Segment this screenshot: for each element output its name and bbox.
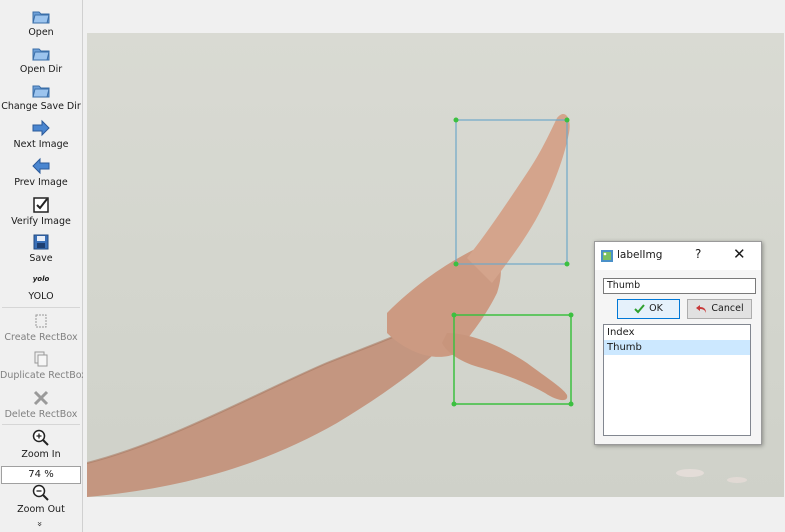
folder-icon — [32, 11, 50, 24]
open-dir-button[interactable]: Open Dir — [0, 43, 82, 75]
duplicate-rectbox-label: Duplicate RectBox — [0, 370, 87, 381]
label-dialog: labelImg ? ✕ Thumb OK Cancel Index Thumb — [594, 241, 762, 445]
floppy-disk-icon — [33, 234, 49, 250]
duplicate-rectbox-button[interactable]: Duplicate RectBox — [0, 349, 87, 381]
dialog-title: labelImg — [617, 249, 663, 261]
delete-rectbox-button[interactable]: Delete RectBox — [0, 388, 82, 420]
arrow-right-icon — [32, 119, 50, 137]
toolbar-divider — [2, 307, 80, 308]
prev-image-label: Prev Image — [14, 177, 68, 188]
next-image-label: Next Image — [13, 139, 69, 150]
toolbar: Open Open Dir Change Save Dir Next Image… — [0, 0, 87, 532]
zoom-out-button[interactable]: Zoom Out — [0, 483, 82, 515]
zoom-in-button[interactable]: Zoom In — [0, 428, 82, 460]
arrow-left-icon — [32, 157, 50, 175]
verify-image-label: Verify Image — [11, 216, 71, 227]
zoom-out-label: Zoom Out — [17, 504, 65, 515]
toolbar-divider — [2, 424, 80, 425]
save-button[interactable]: Save — [0, 232, 82, 264]
prev-image-button[interactable]: Prev Image — [0, 156, 82, 188]
dialog-titlebar: labelImg ? ✕ — [595, 242, 761, 270]
cancel-label: Cancel — [711, 303, 744, 314]
copy-icon — [34, 351, 48, 367]
folder-icon — [32, 85, 50, 98]
delete-icon — [33, 390, 49, 406]
delete-rectbox-label: Delete RectBox — [4, 409, 78, 420]
verify-image-button[interactable]: Verify Image — [0, 195, 82, 227]
close-button[interactable]: ✕ — [733, 245, 746, 263]
change-save-dir-label: Change Save Dir — [1, 101, 81, 112]
checkmark-icon — [634, 303, 645, 313]
ok-button[interactable]: OK — [617, 299, 680, 319]
open-dir-label: Open Dir — [19, 64, 63, 75]
zoom-value-spinbox[interactable]: 74 % — [1, 466, 81, 484]
label-list[interactable]: Index Thumb — [603, 324, 751, 436]
yolo-icon: yolo — [32, 275, 50, 283]
undo-icon — [696, 304, 707, 313]
cancel-button[interactable]: Cancel — [687, 299, 752, 319]
change-save-dir-button[interactable]: Change Save Dir — [0, 80, 82, 112]
create-rectbox-button[interactable]: Create RectBox — [0, 311, 82, 343]
label-input[interactable]: Thumb — [603, 278, 756, 294]
ok-label: OK — [649, 303, 663, 314]
zoom-in-label: Zoom In — [21, 449, 61, 460]
help-button[interactable]: ? — [695, 247, 701, 261]
rectbox-icon — [35, 314, 47, 328]
folder-icon — [32, 48, 50, 61]
create-rectbox-label: Create RectBox — [4, 332, 78, 343]
labelimg-logo-icon — [601, 250, 613, 262]
toolbar-extension-chevron[interactable]: » — [34, 521, 44, 527]
zoom-in-icon — [32, 429, 49, 446]
save-label: Save — [29, 253, 53, 264]
open-button[interactable]: Open — [0, 6, 82, 38]
format-button[interactable]: yolo YOLO — [0, 273, 82, 302]
checkbox-icon — [33, 197, 49, 213]
list-item[interactable]: Index — [604, 325, 750, 340]
next-image-button[interactable]: Next Image — [0, 118, 82, 150]
format-label: YOLO — [28, 291, 54, 302]
list-item-selected[interactable]: Thumb — [604, 340, 750, 355]
zoom-out-icon — [32, 484, 49, 501]
open-label: Open — [28, 27, 54, 38]
